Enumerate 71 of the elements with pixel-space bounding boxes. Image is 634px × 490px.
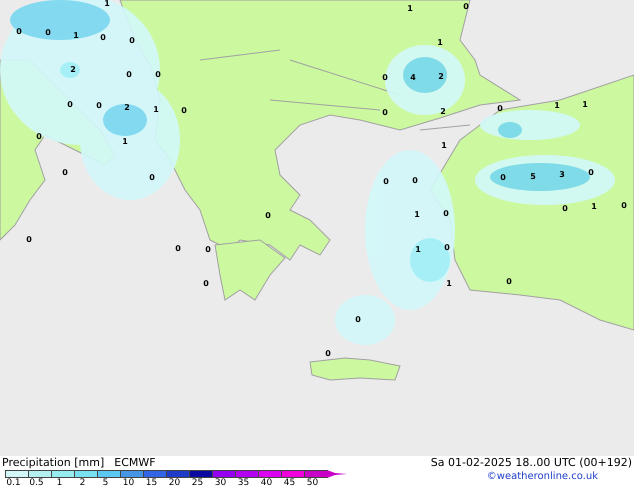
scale-label: 2 [78, 478, 86, 488]
scale-label: 45 [282, 478, 296, 488]
scale-label: 20 [168, 478, 182, 488]
scale-label: 25 [190, 478, 204, 488]
precipitation-value: 0 [412, 177, 418, 185]
precipitation-value: 0 [36, 133, 42, 141]
scale-label: 0.1 [5, 478, 22, 488]
precipitation-value: 3 [559, 171, 565, 179]
precipitation-value: 0 [181, 107, 187, 115]
precipitation-value: 5 [530, 173, 536, 181]
precipitation-value: 0 [588, 169, 594, 177]
precipitation-value: 0 [500, 174, 506, 182]
precipitation-value: 4 [410, 74, 416, 82]
precipitation-value: 1 [122, 138, 128, 146]
precipitation-value: 0 [325, 350, 331, 358]
precipitation-value: 1 [407, 5, 413, 13]
precipitation-value: 1 [415, 246, 421, 254]
precipitation-value: 0 [129, 37, 135, 45]
precipitation-value: 0 [621, 202, 627, 210]
forecast-date: Sa 01-02-2025 18..00 UTC (00+192) [430, 456, 632, 470]
precipitation-value: 1 [554, 102, 560, 110]
precipitation-value: 0 [175, 245, 181, 253]
precipitation-value: 0 [205, 246, 211, 254]
precipitation-value: 0 [62, 169, 68, 177]
precipitation-value: 1 [414, 211, 420, 219]
precipitation-value: 0 [506, 278, 512, 286]
precipitation-value: 0 [96, 102, 102, 110]
credit-text: ©weatheronline.co.uk [486, 470, 598, 484]
precipitation-value: 2 [438, 73, 444, 81]
precipitation-value: 0 [155, 71, 161, 79]
precipitation-value: 0 [100, 34, 106, 42]
precipitation-value: 2 [70, 66, 76, 74]
precipitation-value: 0 [382, 74, 388, 82]
precipitation-value: 0 [562, 205, 568, 213]
precipitation-value: 1 [104, 0, 110, 8]
scale-label: 10 [122, 478, 136, 488]
scale-label: 15 [144, 478, 158, 488]
precipitation-value: 0 [45, 29, 51, 37]
scale-label: 1 [56, 478, 64, 488]
precipitation-value: 0 [443, 210, 449, 218]
precipitation-value: 0 [203, 280, 209, 288]
precipitation-value: 1 [446, 280, 452, 288]
precipitation-value: 0 [444, 244, 450, 252]
precipitation-value: 0 [67, 101, 73, 109]
scale-label: 40 [260, 478, 274, 488]
precipitation-value: 0 [355, 316, 361, 324]
scale-label: 5 [102, 478, 110, 488]
model-name: ECMWF [114, 456, 156, 470]
precipitation-value: 1 [153, 106, 159, 114]
scale-label: 50 [306, 478, 320, 488]
precipitation-value: 0 [26, 236, 32, 244]
scale-label: 35 [236, 478, 250, 488]
precipitation-value: 0 [497, 105, 503, 113]
arrow-icon [327, 470, 347, 478]
precipitation-value: 0 [382, 109, 388, 117]
precipitation-value: 2 [124, 104, 130, 112]
precipitation-value: 1 [591, 203, 597, 211]
precipitation-value: 0 [383, 178, 389, 186]
precipitation-value: 1 [437, 39, 443, 47]
legend-title: Precipitation [mm] [2, 456, 104, 470]
precipitation-value: 0 [463, 3, 469, 11]
precipitation-value: 1 [441, 142, 447, 150]
precipitation-value: 0 [265, 212, 271, 220]
scale-label: 30 [214, 478, 228, 488]
precipitation-value: 1 [582, 101, 588, 109]
precipitation-value: 0 [16, 28, 22, 36]
precipitation-value: 1 [73, 32, 79, 40]
precipitation-value: 0 [149, 174, 155, 182]
precipitation-value: 2 [440, 108, 446, 116]
scale-label: 0.5 [28, 478, 45, 488]
precipitation-value: 0 [126, 71, 132, 79]
